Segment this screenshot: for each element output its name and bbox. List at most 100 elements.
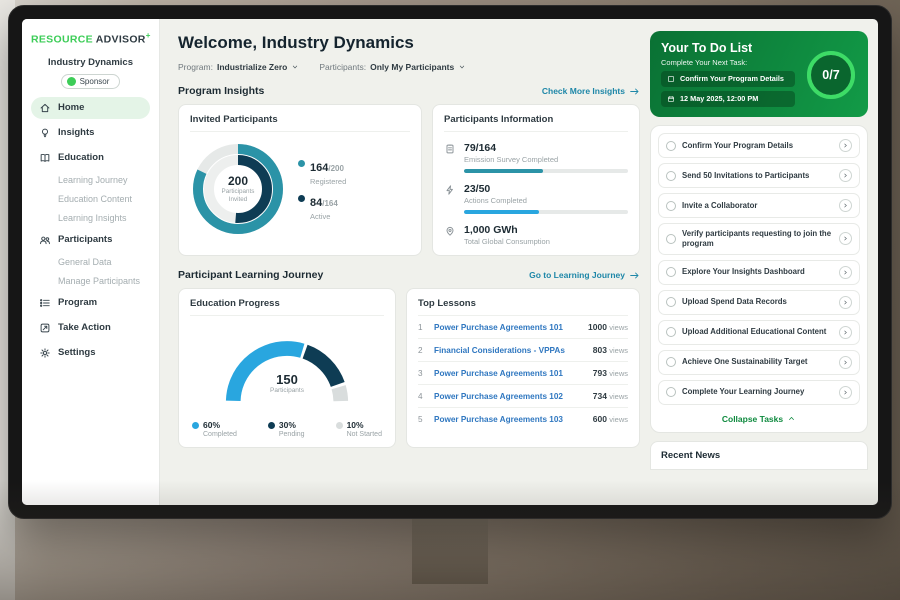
sidebar-item-participants[interactable]: Participants [31, 229, 150, 251]
sidebar-item-education-content[interactable]: Education Content [31, 191, 150, 207]
org-name: Industry Dynamics [31, 57, 150, 68]
sidebar-item-label: Home [58, 102, 84, 113]
task-checkbox[interactable] [666, 201, 676, 211]
top-lessons-title: Top Lessons [418, 298, 628, 316]
sidebar-item-learning-insights[interactable]: Learning Insights [31, 210, 150, 226]
sponsor-badge[interactable]: Sponsor [61, 74, 121, 89]
program-icon [39, 297, 51, 309]
sidebar-item-program[interactable]: Program [31, 292, 150, 314]
filters-row: Program: Industrialize Zero Participants… [178, 62, 640, 72]
legend-dot [298, 160, 305, 167]
task-label: Invite a Collaborator [682, 201, 833, 211]
task-checkbox[interactable] [666, 171, 676, 181]
insights-icon [39, 127, 51, 139]
todo-task-complete-your-learning-journey[interactable]: Complete Your Learning Journey [658, 380, 860, 405]
check-more-insights-link[interactable]: Check More Insights [542, 86, 640, 97]
lesson-views: 600 views [593, 414, 628, 424]
sponsor-badge-label: Sponsor [80, 77, 110, 86]
lesson-row: 1Power Purchase Agreements 1011000 views [418, 316, 628, 339]
sidebar-item-insights[interactable]: Insights [31, 122, 150, 144]
task-checkbox[interactable] [666, 327, 676, 337]
chevron-right-icon[interactable] [839, 266, 852, 279]
task-label: Complete Your Learning Journey [682, 387, 833, 397]
recent-news-header: Recent News [650, 441, 868, 470]
task-checkbox[interactable] [666, 234, 676, 244]
sidebar-item-settings[interactable]: Settings [31, 342, 150, 364]
stat-row-emission-survey-completed: 79/164Emission Survey Completed [444, 142, 628, 173]
lesson-rank: 5 [418, 415, 427, 424]
take-action-icon [39, 322, 51, 334]
sidebar-item-label: Take Action [58, 322, 111, 333]
learning-journey-title: Participant Learning Journey [178, 269, 323, 281]
legend-item-pending: 30%Pending [268, 420, 305, 438]
sidebar-item-general-data[interactable]: General Data [31, 254, 150, 270]
monitor-stand [412, 514, 488, 584]
participants-information-title: Participants Information [444, 114, 628, 132]
checkbox-icon[interactable] [667, 75, 675, 83]
lesson-rank: 3 [418, 369, 427, 378]
lesson-row: 2Financial Considerations - VPPAs803 vie… [418, 339, 628, 362]
chevron-right-icon[interactable] [839, 169, 852, 182]
task-checkbox[interactable] [666, 267, 676, 277]
logo-resource: RESOURCE [31, 34, 93, 46]
sponsor-badge-icon [67, 77, 76, 86]
program-dropdown[interactable]: Program: Industrialize Zero [178, 62, 299, 72]
todo-tasks-list: Confirm Your Program Details Send 50 Invi… [658, 133, 860, 404]
task-checkbox[interactable] [666, 357, 676, 367]
chevron-right-icon[interactable] [839, 386, 852, 399]
todo-task-verify-participants-requesting-to-join-the-program[interactable]: Verify participants requesting to join t… [658, 223, 860, 254]
chevron-right-icon[interactable] [839, 296, 852, 309]
todo-task-explore-your-insights-dashboard[interactable]: Explore Your Insights Dashboard [658, 260, 860, 285]
go-to-learning-journey-link[interactable]: Go to Learning Journey [529, 270, 640, 281]
sidebar-item-take-action[interactable]: Take Action [31, 317, 150, 339]
todo-task-upload-additional-educational-content[interactable]: Upload Additional Educational Content [658, 320, 860, 345]
lesson-link[interactable]: Power Purchase Agreements 103 [434, 415, 586, 424]
chevron-down-icon [458, 63, 466, 71]
lesson-row: 3Power Purchase Agreements 101793 views [418, 362, 628, 385]
todo-task-invite-a-collaborator[interactable]: Invite a Collaborator [658, 193, 860, 218]
participants-dropdown[interactable]: Participants: Only My Participants [319, 62, 466, 72]
chevron-right-icon[interactable] [839, 232, 852, 245]
learning-journey-cards: Education Progress 150 Participants 60%C… [178, 288, 640, 448]
task-checkbox[interactable] [666, 297, 676, 307]
task-label: Upload Additional Educational Content [682, 327, 833, 337]
program-insights-header: Program Insights Check More Insights [178, 85, 640, 97]
main-right-column: Your To Do List Complete Your Next Task:… [650, 31, 868, 505]
todo-progress-value: 0/7 [803, 47, 859, 103]
legend-dot [192, 422, 199, 429]
todo-task-achieve-one-sustainability-target[interactable]: Achieve One Sustainability Target [658, 350, 860, 375]
collapse-tasks-button[interactable]: Collapse Tasks [658, 410, 860, 425]
lesson-link[interactable]: Financial Considerations - VPPAs [434, 346, 586, 355]
lesson-rank: 4 [418, 392, 427, 401]
sidebar-item-learning-journey[interactable]: Learning Journey [31, 172, 150, 188]
pin-icon [444, 225, 456, 237]
chevron-right-icon[interactable] [839, 326, 852, 339]
sidebar-item-home[interactable]: Home [31, 97, 150, 119]
sidebar-item-education[interactable]: Education [31, 147, 150, 169]
education-progress-title: Education Progress [190, 298, 384, 316]
sidebar-item-manage-participants[interactable]: Manage Participants [31, 273, 150, 289]
todo-task-send-50-invitations-to-participants[interactable]: Send 50 Invitations to Participants [658, 163, 860, 188]
lesson-link[interactable]: Power Purchase Agreements 101 [434, 323, 581, 332]
chevron-down-icon [291, 63, 299, 71]
todo-task-upload-spend-data-records[interactable]: Upload Spend Data Records [658, 290, 860, 315]
arrow-right-icon [629, 86, 640, 97]
lesson-views: 803 views [593, 345, 628, 355]
lesson-link[interactable]: Power Purchase Agreements 101 [434, 369, 586, 378]
chevron-right-icon[interactable] [839, 139, 852, 152]
legend-dot [336, 422, 343, 429]
participants-icon [39, 234, 51, 246]
survey-icon [444, 143, 456, 155]
chevron-right-icon[interactable] [839, 356, 852, 369]
sidebar-item-label: Learning Journey [58, 175, 128, 185]
main-left-column: Welcome, Industry Dynamics Program: Indu… [178, 31, 640, 505]
todo-progress-ring: 0/7 [803, 47, 859, 103]
todo-task-confirm-your-program-details[interactable]: Confirm Your Program Details [658, 133, 860, 158]
todo-next-task[interactable]: Confirm Your Program Details [661, 71, 795, 87]
invited-participants-card: Invited Participants [178, 104, 422, 256]
chevron-right-icon[interactable] [839, 199, 852, 212]
task-checkbox[interactable] [666, 141, 676, 151]
lesson-link[interactable]: Power Purchase Agreements 102 [434, 392, 586, 401]
go-to-learning-journey-label: Go to Learning Journey [529, 270, 625, 280]
task-checkbox[interactable] [666, 387, 676, 397]
